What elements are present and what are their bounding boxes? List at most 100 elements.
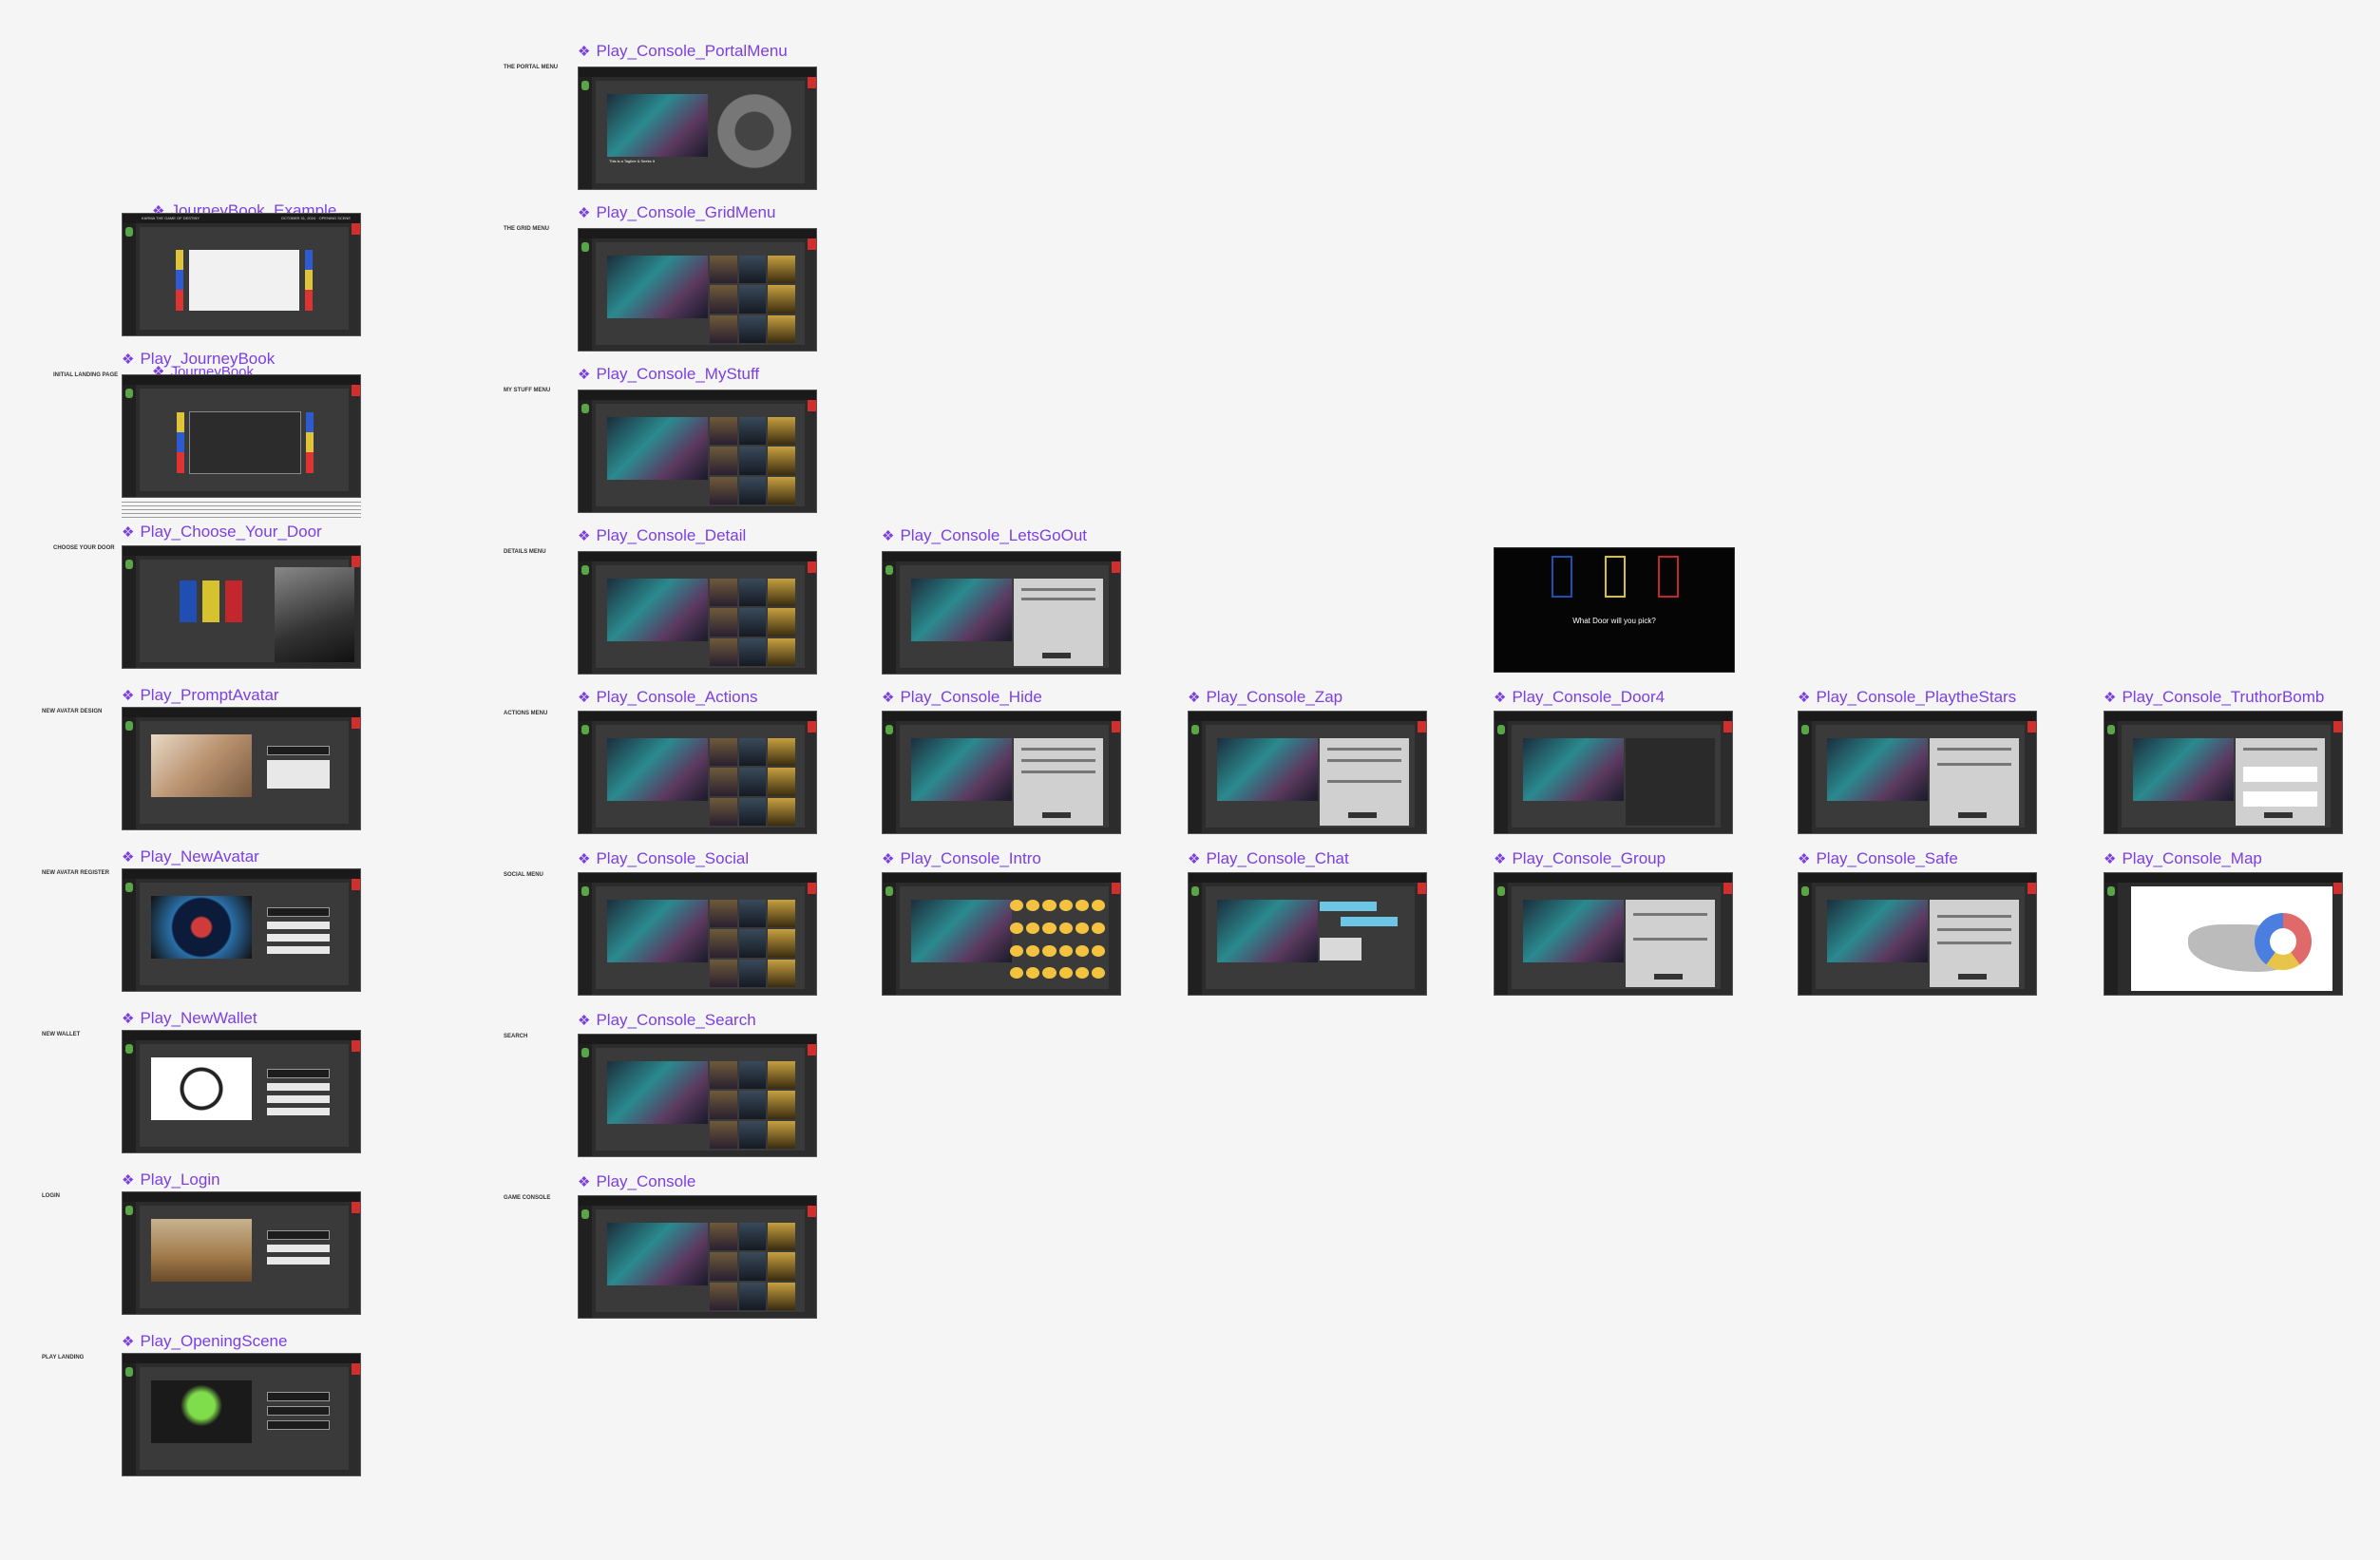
portal-wheel[interactable] xyxy=(717,94,791,168)
frame-choose-your-door[interactable] xyxy=(122,545,361,669)
component-icon: ❖ xyxy=(122,524,135,541)
frame-title-prompt-avatar[interactable]: ❖ Play_PromptAvatar xyxy=(122,684,279,707)
karma-logo-icon xyxy=(581,404,589,413)
component-icon: ❖ xyxy=(578,1174,591,1190)
frame-title-map[interactable]: ❖ Play_Console_Map xyxy=(2104,847,2262,870)
frame-title-search[interactable]: ❖ Play_Console_Search xyxy=(578,1009,756,1032)
frame-actions[interactable] xyxy=(578,711,817,834)
frame-title-login[interactable]: ❖ Play_Login xyxy=(122,1169,220,1191)
section-label-social: SOCIAL MENU xyxy=(504,872,543,878)
frame-detail[interactable] xyxy=(578,551,817,675)
frame-title-text: Play_Console_Social xyxy=(596,849,750,867)
component-icon: ❖ xyxy=(122,1172,135,1189)
component-icon: ❖ xyxy=(122,352,135,368)
frame-login[interactable] xyxy=(122,1191,361,1315)
chat-bubble xyxy=(1320,938,1361,961)
frame-safe[interactable] xyxy=(1798,872,2037,996)
frame-opening-scene[interactable] xyxy=(122,1353,361,1476)
karma-logo-icon xyxy=(581,242,589,252)
frame-title-social[interactable]: ❖ Play_Console_Social xyxy=(578,847,749,870)
frame-title-opening-scene[interactable]: ❖ Play_OpeningScene xyxy=(122,1330,287,1353)
frame-title-new-wallet[interactable]: ❖ Play_NewWallet xyxy=(122,1007,257,1030)
section-label-grid-menu: THE GRID MENU xyxy=(504,226,549,232)
frame-title-zap[interactable]: ❖ Play_Console_Zap xyxy=(1188,686,1342,709)
component-icon: ❖ xyxy=(1798,690,1811,706)
section-label-new-avatar-design: NEW AVATAR DESIGN xyxy=(42,709,103,714)
karma-logo-icon xyxy=(125,227,133,237)
frame-title-hide[interactable]: ❖ Play_Console_Hide xyxy=(882,686,1042,709)
door-options xyxy=(180,580,246,628)
chat-bubble xyxy=(1341,917,1398,926)
section-label-choose-door: CHOOSE YOUR DOOR xyxy=(53,545,115,551)
frame-chat[interactable] xyxy=(1188,872,1427,996)
frame-hide[interactable] xyxy=(882,711,1121,834)
frame-group[interactable] xyxy=(1494,872,1733,996)
frame-title-choose-your-door[interactable]: ❖ Play_Choose_Your_Door xyxy=(122,521,322,543)
frame-title-grid-menu[interactable]: ❖ Play_Console_GridMenu xyxy=(578,201,775,224)
world-map[interactable] xyxy=(2131,886,2332,991)
journal-book xyxy=(176,250,313,311)
frame-title-text: Play_Console_Group xyxy=(1512,849,1666,867)
frame-title-actions[interactable]: ❖ Play_Console_Actions xyxy=(578,686,758,709)
frame-title-truth-or-bomb[interactable]: ❖ Play_Console_TruthorBomb xyxy=(2104,686,2324,709)
frame-title-text: Play_Console_Door4 xyxy=(1512,688,1666,706)
frame-title-console[interactable]: ❖ Play_Console xyxy=(578,1170,695,1193)
frame-journeybook-example[interactable]: KARMA THE GAME OF DESTINY OCTOBER 31, 202… xyxy=(122,213,361,336)
frame-title-group[interactable]: ❖ Play_Console_Group xyxy=(1494,847,1666,870)
frame-map[interactable] xyxy=(2104,872,2343,996)
red-door[interactable] xyxy=(1658,556,1679,598)
frame-prompt-avatar[interactable] xyxy=(122,707,361,830)
frame-title-text: Play_Console_Zap xyxy=(1206,688,1343,706)
yellow-door[interactable] xyxy=(202,580,219,622)
frame-title-new-avatar[interactable]: ❖ Play_NewAvatar xyxy=(122,846,259,868)
frame-title-safe[interactable]: ❖ Play_Console_Safe xyxy=(1798,847,1958,870)
frame-door4[interactable] xyxy=(1494,711,1733,834)
karma-logo-icon xyxy=(581,565,589,575)
frame-title-play-the-stars[interactable]: ❖ Play_Console_PlaytheStars xyxy=(1798,686,2016,709)
yellow-door[interactable] xyxy=(1605,556,1626,598)
frame-play-the-stars[interactable] xyxy=(1798,711,2037,834)
karma-logo-icon xyxy=(125,883,133,892)
frame-my-stuff[interactable] xyxy=(578,390,817,513)
frame-title-detail[interactable]: ❖ Play_Console_Detail xyxy=(578,524,746,547)
frame-social[interactable] xyxy=(578,872,817,996)
section-label-login: LOGIN xyxy=(42,1193,60,1199)
frame-title-text: Play_Choose_Your_Door xyxy=(140,523,322,541)
red-door[interactable] xyxy=(225,580,242,622)
frame-console[interactable] xyxy=(578,1195,817,1319)
frame-intro[interactable] xyxy=(882,872,1121,996)
karma-logo-icon xyxy=(125,721,133,731)
blue-door[interactable] xyxy=(1552,556,1572,598)
frame-portal-menu[interactable]: This is a Tagline & Seeks It xyxy=(578,67,817,190)
frame-header-text: KARMA THE GAME OF DESTINY xyxy=(142,216,200,220)
component-icon: ❖ xyxy=(578,851,591,867)
frame-grid-menu[interactable] xyxy=(578,228,817,352)
frame-truth-or-bomb[interactable] xyxy=(2104,711,2343,834)
journey-notes xyxy=(122,502,361,521)
frame-lets-go-out[interactable] xyxy=(882,551,1121,675)
frame-new-avatar[interactable] xyxy=(122,868,361,992)
karma-logo-icon xyxy=(125,389,133,398)
karma-logo-icon xyxy=(125,1206,133,1215)
frame-zap[interactable] xyxy=(1188,711,1427,834)
component-icon: ❖ xyxy=(578,367,591,383)
frame-title-intro[interactable]: ❖ Play_Console_Intro xyxy=(882,847,1041,870)
karma-logo-icon xyxy=(581,725,589,734)
frame-search[interactable] xyxy=(578,1034,817,1157)
karma-logo-icon xyxy=(1801,886,1809,896)
frame-title-my-stuff[interactable]: ❖ Play_Console_MyStuff xyxy=(578,363,759,386)
frame-title-chat[interactable]: ❖ Play_Console_Chat xyxy=(1188,847,1349,870)
door-selection-card[interactable]: What Door will you pick? xyxy=(1494,547,1735,673)
component-icon: ❖ xyxy=(882,528,895,544)
frame-title-text: Play_NewWallet xyxy=(140,1009,257,1027)
frame-new-wallet[interactable] xyxy=(122,1030,361,1153)
frame-title-lets-go-out[interactable]: ❖ Play_Console_LetsGoOut xyxy=(882,524,1087,547)
frame-title-portal-menu[interactable]: ❖ Play_Console_PortalMenu xyxy=(578,40,788,63)
emoji-picker[interactable] xyxy=(1010,900,1105,987)
karma-logo-icon xyxy=(1497,725,1505,734)
frame-play-journeybook[interactable] xyxy=(122,374,361,498)
frame-title-door4[interactable]: ❖ Play_Console_Door4 xyxy=(1494,686,1665,709)
section-label-my-stuff: MY STUFF MENU xyxy=(504,388,551,393)
frame-title-text: Play_Console_Actions xyxy=(596,688,758,706)
blue-door[interactable] xyxy=(180,580,197,622)
